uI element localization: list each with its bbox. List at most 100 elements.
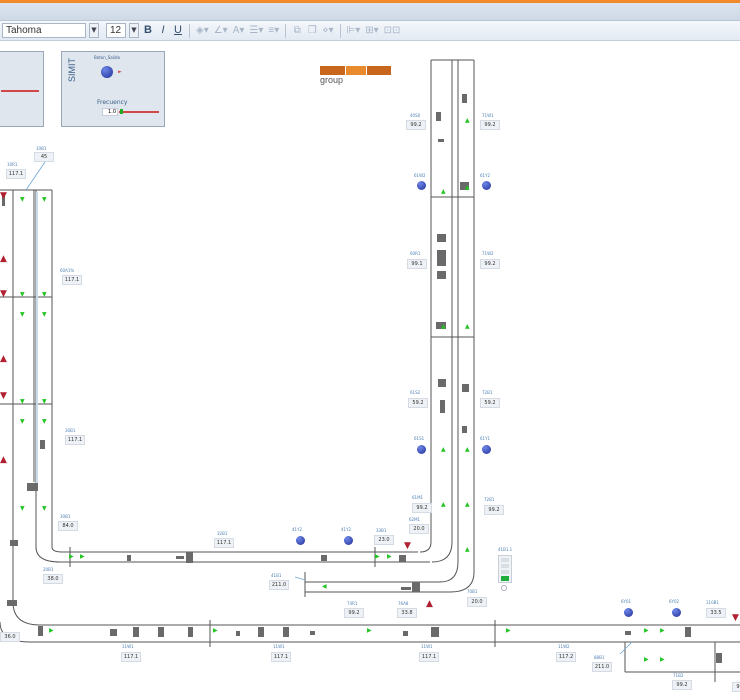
tag-value: 99.2 xyxy=(406,120,426,130)
tag-label: 10R1 xyxy=(7,162,18,167)
font-size-dropdown-icon[interactable]: ▼ xyxy=(129,23,139,38)
tag-value: 59.2 xyxy=(408,398,428,408)
font-color-icon[interactable]: A▾ xyxy=(232,23,246,38)
direction-arrow-icon: ▶ xyxy=(375,553,380,560)
layer-icon[interactable]: ❐ xyxy=(306,23,318,38)
tag-value: 99.2 xyxy=(732,682,740,692)
font-name-select[interactable]: Tahoma xyxy=(2,23,86,38)
tag-value: 99.2 xyxy=(672,680,692,690)
sensor-ball-icon[interactable] xyxy=(482,181,491,190)
conveyor-load xyxy=(27,483,38,491)
conveyor-load xyxy=(403,631,408,636)
sensor-ball-icon[interactable] xyxy=(296,536,305,545)
line-style-icon[interactable]: ≡▾ xyxy=(267,23,280,38)
warning-triangle-icon: ▲ xyxy=(0,254,7,264)
conveyor-load xyxy=(437,234,446,242)
sensor-label: 61W2 xyxy=(414,173,426,178)
tag-label: 110B1 xyxy=(706,600,719,605)
conveyor-load xyxy=(401,587,411,590)
connect-icon[interactable]: ⊞▾ xyxy=(364,23,379,38)
direction-arrow-icon: ▶ xyxy=(213,627,218,634)
conveyor-load xyxy=(133,627,139,637)
tag-label: 71W1 xyxy=(482,113,494,118)
tag-value: 99.2 xyxy=(484,505,504,515)
warning-triangle-icon: ▼ xyxy=(404,541,411,551)
sensor-ball-icon[interactable] xyxy=(672,608,681,617)
sensor-ball-icon[interactable] xyxy=(417,181,426,190)
direction-arrow-icon: ▶ xyxy=(69,553,74,560)
tag-value: 117.1 xyxy=(419,652,439,662)
tag-label: 76A8 xyxy=(398,601,409,606)
tag-label: 11W1 xyxy=(273,644,285,649)
conveyor-load xyxy=(685,627,691,637)
direction-arrow-icon: ▼ xyxy=(20,505,25,512)
direction-arrow-icon: ▶ xyxy=(644,627,649,634)
direction-arrow-icon: ▲ xyxy=(441,446,446,453)
direction-arrow-icon: ▶ xyxy=(367,627,372,634)
conveyor-load xyxy=(431,627,439,637)
line-color-icon[interactable]: ∠▾ xyxy=(213,23,229,38)
direction-arrow-icon: ▲ xyxy=(441,188,446,195)
conveyor-load xyxy=(10,540,18,546)
tag-label: 62M1 xyxy=(409,517,421,522)
tag-value: 45 xyxy=(34,152,54,162)
sensor-ball-icon[interactable] xyxy=(624,608,633,617)
conveyor-load xyxy=(436,112,441,121)
font-size-select[interactable]: 12 xyxy=(106,23,126,38)
warning-triangle-icon: ▼ xyxy=(0,289,7,299)
tag-value: 36.0 xyxy=(0,632,20,642)
fill-color-icon[interactable]: ◈▾ xyxy=(195,23,210,38)
tag-value: 211.0 xyxy=(592,662,612,672)
tag-value: 117.1 xyxy=(65,435,85,445)
underline-button[interactable]: U xyxy=(172,23,184,38)
sensor-ball-icon[interactable] xyxy=(344,536,353,545)
font-name-dropdown-icon[interactable]: ▼ xyxy=(89,23,99,38)
distribute-icon[interactable]: ⊫▾ xyxy=(346,23,362,38)
tag-value: 84.0 xyxy=(58,521,78,531)
direction-arrow-icon: ▼ xyxy=(42,291,47,298)
tag-label: 33B1 xyxy=(376,528,387,533)
conveyor-load xyxy=(399,555,406,562)
direction-arrow-icon: ▼ xyxy=(42,398,47,405)
tag-label: 41B1 xyxy=(271,573,282,578)
level-segment xyxy=(501,558,509,562)
sensor-label: 61Y2 xyxy=(480,173,491,178)
tag-label: 30B1 xyxy=(60,514,71,519)
tag-label: 32B1 xyxy=(217,531,228,536)
ribbon-strip xyxy=(0,3,740,21)
sensor-ball-icon[interactable] xyxy=(417,445,426,454)
direction-arrow-icon: ▲ xyxy=(465,117,470,124)
tag-value: 99.2 xyxy=(412,503,432,513)
sensor-ball-icon[interactable] xyxy=(482,445,491,454)
tag-value: 117.1 xyxy=(62,275,82,285)
tag-label: 72B1 xyxy=(482,390,493,395)
warning-triangle-icon: ▲ xyxy=(426,599,433,609)
tag-label: 88B1 xyxy=(594,655,605,660)
warning-triangle-icon: ▼ xyxy=(732,613,739,623)
bold-button[interactable]: B xyxy=(142,23,154,38)
direction-arrow-icon: ▼ xyxy=(42,311,47,318)
sensor-label: 41Y2 xyxy=(292,527,303,532)
arrange-icon[interactable]: ⊡⊡ xyxy=(383,23,402,38)
simulation-canvas[interactable]: SIMIT Boton_Salida ► Frecuency 1.0 group xyxy=(0,42,740,700)
tag-value: 117.1 xyxy=(121,652,141,662)
group-icon[interactable]: ⧉ xyxy=(291,23,303,38)
conveyor-load xyxy=(188,627,193,637)
tag-value: 23.0 xyxy=(374,535,394,545)
toolbar-separator xyxy=(339,23,341,38)
direction-arrow-icon: ▶ xyxy=(660,656,665,663)
align-grid-icon[interactable]: ⋄▾ xyxy=(321,23,334,38)
direction-arrow-icon: ▶ xyxy=(660,627,665,634)
toolbar-separator xyxy=(189,23,190,38)
tag-value: 211.0 xyxy=(269,580,289,590)
level-segment-active xyxy=(501,576,509,581)
align-icon[interactable]: ☰▾ xyxy=(248,23,264,38)
tag-label: 71W2 xyxy=(482,251,494,256)
direction-arrow-icon: ▲ xyxy=(441,323,446,330)
direction-arrow-icon: ▶ xyxy=(387,553,392,560)
sensor-label: 61Y1 xyxy=(480,436,491,441)
italic-button[interactable]: I xyxy=(157,23,169,38)
conveyor-load xyxy=(625,631,631,635)
conveyor-load xyxy=(438,379,446,387)
direction-arrow-icon: ▶ xyxy=(644,656,649,663)
